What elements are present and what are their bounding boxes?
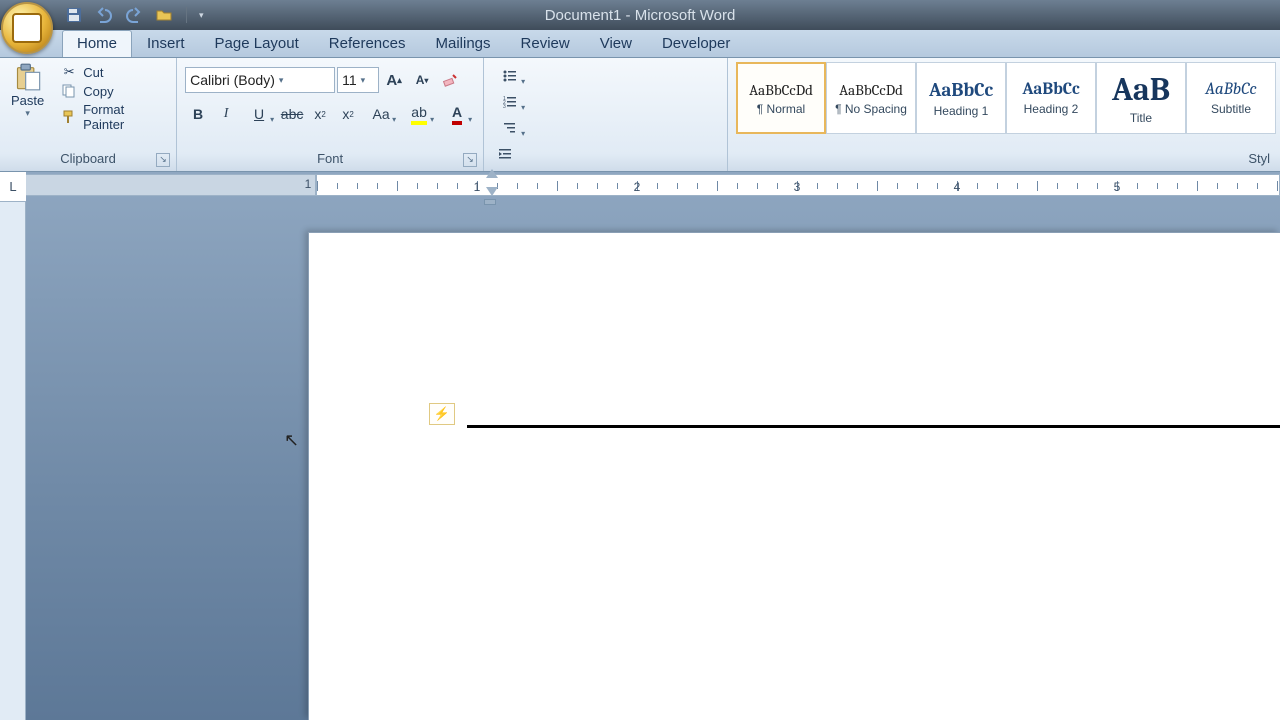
underline-button[interactable]: U	[241, 101, 277, 127]
style-heading-2[interactable]: AaBbCc Heading 2	[1006, 62, 1096, 134]
font-size-select[interactable]: 11 ▾	[337, 67, 379, 93]
group-paragraph: 123 AZ ¶	[484, 58, 728, 171]
style-preview: AaBbCcDd	[839, 81, 903, 99]
bullets-button[interactable]	[492, 63, 528, 89]
tab-developer[interactable]: Developer	[647, 30, 745, 57]
save-icon[interactable]	[64, 5, 84, 25]
style-preview: AaBbCcDd	[749, 81, 813, 99]
multilevel-list-button[interactable]	[492, 115, 528, 141]
style-preview: AaBbCc	[1022, 80, 1079, 99]
chevron-down-icon: ▾	[279, 75, 284, 86]
ruler-number: 5	[1114, 180, 1121, 194]
decrease-indent-button[interactable]	[492, 141, 518, 167]
style-name: Heading 1	[934, 104, 989, 118]
style--normal[interactable]: AaBbCcDd ¶ Normal	[736, 62, 826, 134]
cut-label: Cut	[83, 65, 103, 80]
tab-mailings[interactable]: Mailings	[421, 30, 506, 57]
group-clipboard: Paste ▾ ✂ Cut Copy Form	[0, 58, 177, 171]
qat-customize-dropdown[interactable]: ▾	[199, 10, 204, 21]
change-case-button[interactable]: Aa	[363, 101, 399, 127]
redo-icon[interactable]	[124, 5, 144, 25]
page[interactable]	[308, 232, 1280, 720]
italic-button[interactable]: I	[213, 101, 239, 127]
tab-review[interactable]: Review	[506, 30, 585, 57]
style-title[interactable]: AaB Title	[1096, 62, 1186, 134]
style-subtitle[interactable]: AaBbCc Subtitle	[1186, 62, 1276, 134]
bold-button[interactable]: B	[185, 101, 211, 127]
group-label-styles: Styl	[732, 151, 1276, 171]
style-preview: AaBbCc	[929, 79, 993, 101]
quick-access-toolbar: ▾	[64, 5, 204, 25]
style-preview: AaB	[1112, 71, 1170, 108]
font-color-button[interactable]: A	[439, 101, 475, 127]
ruler-number: 1	[305, 177, 312, 191]
clipboard-launcher[interactable]: ↘	[156, 153, 170, 167]
style-name: ¶ No Spacing	[835, 102, 907, 116]
ribbon-tabs: Home Insert Page Layout References Maili…	[0, 30, 1280, 58]
paste-label: Paste	[11, 93, 44, 108]
left-indent-marker[interactable]	[484, 199, 496, 205]
superscript-button[interactable]: x2	[335, 101, 361, 127]
group-label-clipboard: Clipboard ↘	[4, 151, 172, 171]
group-font: Calibri (Body) ▾ 11 ▾ A▴ A▾ B I U abc x2	[177, 58, 484, 171]
font-size-value: 11	[342, 72, 357, 88]
style--no-spacing[interactable]: AaBbCcDd ¶ No Spacing	[826, 62, 916, 134]
cut-button[interactable]: ✂ Cut	[57, 63, 172, 81]
style-name: Heading 2	[1024, 102, 1079, 116]
tab-home[interactable]: Home	[62, 30, 132, 57]
subscript-button[interactable]: x2	[307, 101, 333, 127]
cut-icon: ✂	[61, 64, 77, 80]
font-launcher[interactable]: ↘	[463, 153, 477, 167]
style-heading-1[interactable]: AaBbCc Heading 1	[916, 62, 1006, 134]
tab-insert[interactable]: Insert	[132, 30, 200, 57]
open-icon[interactable]	[154, 5, 174, 25]
strikethrough-button[interactable]: abc	[279, 101, 305, 127]
paste-dropdown-icon: ▾	[25, 108, 30, 119]
grow-font-button[interactable]: A▴	[381, 67, 407, 93]
document-area: L 1 2 3 4 5 1 ↖	[0, 172, 1280, 720]
tab-page-layout[interactable]: Page Layout	[200, 30, 314, 57]
font-family-select[interactable]: Calibri (Body) ▾	[185, 67, 335, 93]
ruler-number: 3	[794, 180, 801, 194]
format-painter-label: Format Painter	[83, 102, 168, 132]
style-name: Subtitle	[1211, 102, 1251, 116]
group-label-font: Font ↘	[181, 151, 479, 171]
copy-icon	[61, 83, 77, 99]
cursor-icon: ↖	[284, 430, 299, 451]
horizontal-line	[467, 425, 1280, 428]
copy-label: Copy	[83, 84, 113, 99]
style-name: ¶ Normal	[757, 102, 805, 116]
vertical-ruler[interactable]: L	[0, 172, 26, 720]
copy-button[interactable]: Copy	[57, 82, 172, 100]
clear-formatting-button[interactable]	[437, 67, 463, 93]
title-bar: ▾ Document1 - Microsoft Word	[0, 0, 1280, 30]
svg-text:3: 3	[503, 104, 506, 109]
group-styles: AaBbCcDd¶ NormalAaBbCcDd¶ No SpacingAaBb…	[728, 58, 1280, 171]
chevron-down-icon: ▾	[361, 75, 366, 86]
qat-separator	[186, 7, 187, 23]
paste-button[interactable]: Paste ▾	[4, 60, 53, 151]
font-family-value: Calibri (Body)	[190, 72, 275, 88]
tab-references[interactable]: References	[314, 30, 421, 57]
tab-view[interactable]: View	[585, 30, 647, 57]
shrink-font-button[interactable]: A▾	[409, 67, 435, 93]
ruler-number: 4	[954, 180, 961, 194]
office-button[interactable]	[1, 2, 53, 54]
horizontal-ruler[interactable]: 1 2 3 4 5 1	[26, 172, 1280, 202]
style-name: Title	[1130, 111, 1152, 125]
numbering-button[interactable]: 123	[492, 89, 528, 115]
autocorrect-options-icon[interactable]	[429, 403, 455, 425]
undo-icon[interactable]	[94, 5, 114, 25]
style-preview: AaBbCc	[1205, 80, 1256, 99]
format-painter-icon	[61, 109, 77, 125]
ruler-number: 2	[634, 180, 641, 194]
format-painter-button[interactable]: Format Painter	[57, 101, 172, 133]
ribbon: Paste ▾ ✂ Cut Copy Form	[0, 58, 1280, 172]
highlight-button[interactable]: ab	[401, 101, 437, 127]
tab-selector[interactable]: L	[0, 172, 26, 202]
ruler-number: 1	[474, 180, 481, 194]
